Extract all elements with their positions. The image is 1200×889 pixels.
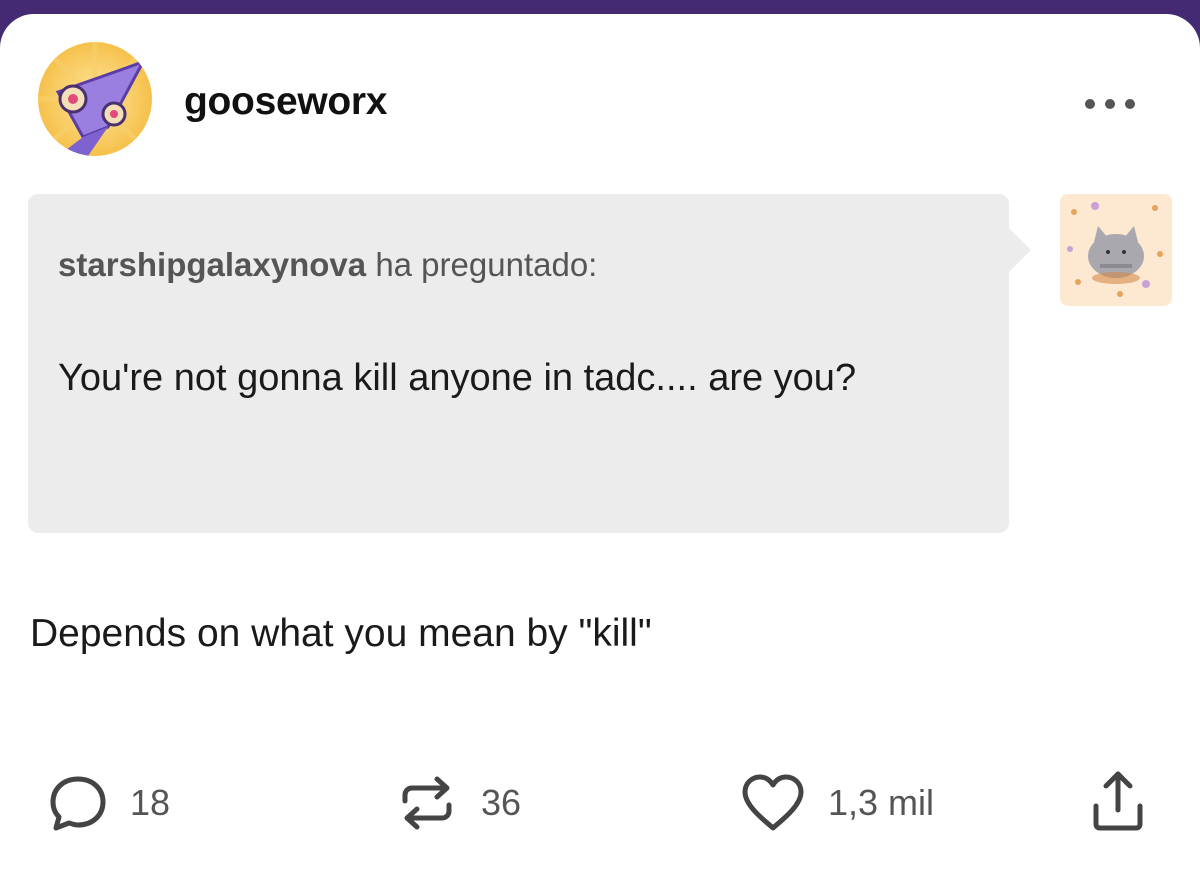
heart-icon — [740, 773, 806, 833]
comment-icon — [48, 773, 108, 833]
reblog-button[interactable]: 36 — [395, 768, 521, 838]
blog-avatar[interactable] — [38, 42, 152, 156]
blog-username[interactable]: gooseworx — [184, 80, 387, 124]
ask-question: You're not gonna kill anyone in tadc....… — [58, 357, 857, 399]
like-count: 1,3 mil — [828, 782, 935, 823]
asker-avatar[interactable] — [1060, 194, 1172, 306]
like-button[interactable]: 1,3 mil — [740, 768, 934, 838]
more-options-icon[interactable] — [1080, 92, 1140, 116]
ask-header: starshipgalaxynova ha preguntado: — [58, 246, 597, 284]
post-body-answer: Depends on what you mean by "kill" — [30, 612, 652, 655]
reblog-icon — [395, 771, 459, 835]
ask-bubble-tail — [1009, 228, 1031, 272]
comment-button[interactable]: 18 — [48, 768, 170, 838]
reblog-count: 36 — [481, 782, 522, 823]
comment-count: 18 — [130, 782, 171, 823]
asker-username[interactable]: starshipgalaxynova — [58, 246, 366, 283]
share-icon[interactable] — [1086, 766, 1150, 839]
asked-label: ha preguntado: — [375, 246, 598, 283]
